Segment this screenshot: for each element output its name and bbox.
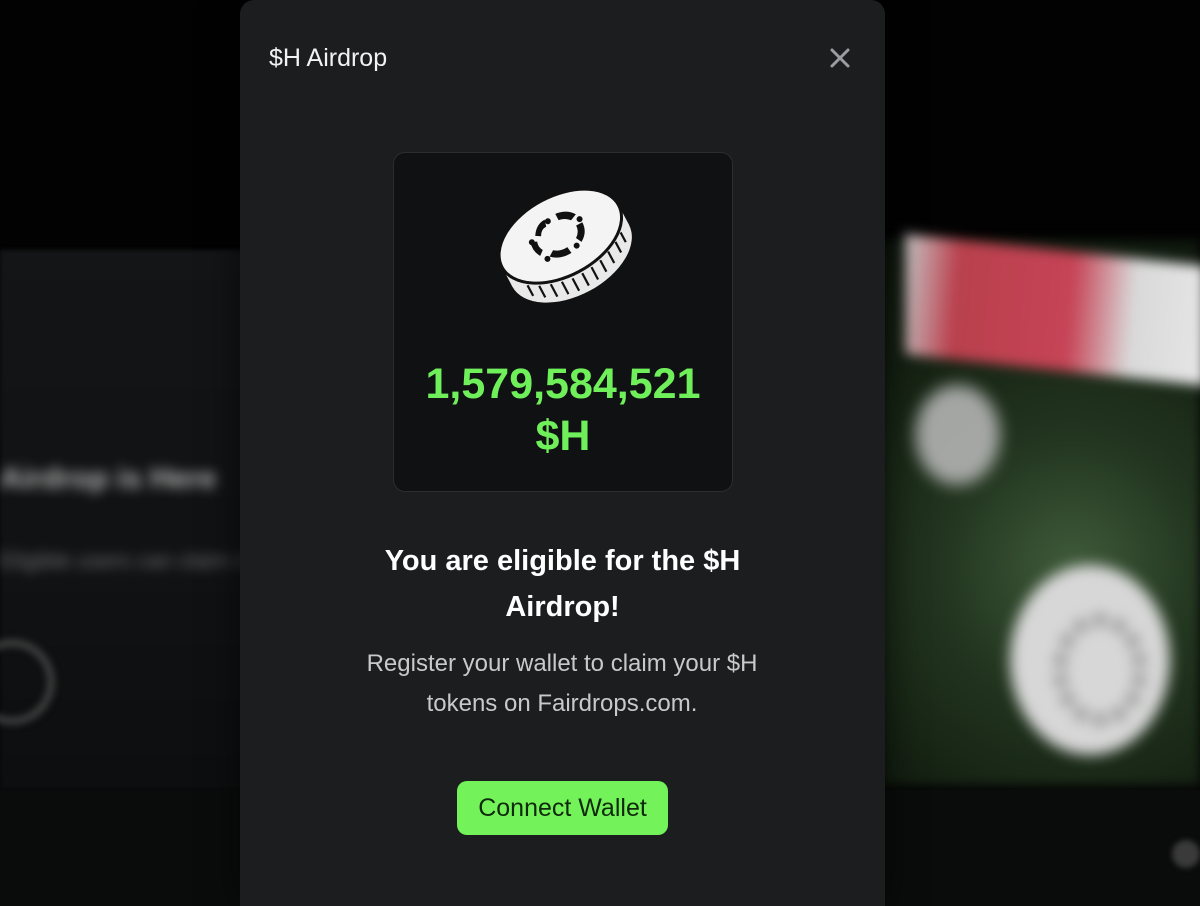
background-heading: Airdrop is Here [0, 462, 217, 495]
modal-title: $H Airdrop [269, 44, 388, 72]
token-amount: 1,579,584,521 $H [394, 358, 732, 462]
background-subtext: Eligible users can claim now [0, 548, 250, 573]
register-instructions-line2: tokens on Fairdrops.com. [426, 690, 698, 717]
eligibility-heading-line1: You are eligible for the $H [384, 545, 741, 577]
register-instructions-line1: Register your wallet to claim your $H [366, 650, 758, 677]
token-amount-value: 1,579,584,521 [425, 360, 701, 408]
background-coin-icon [915, 385, 1000, 485]
screen: Airdrop is Here Eligible users can claim… [0, 0, 1200, 906]
register-instructions: Register your wallet to claim your $H to… [322, 644, 802, 724]
eligibility-heading: You are eligible for the $H Airdrop! [350, 538, 775, 630]
airdrop-modal: $H Airdrop 1,579,584,521 $H You are elig… [240, 0, 885, 906]
background-large-coin-icon [1010, 565, 1170, 755]
background-corner-icon [1172, 840, 1200, 868]
token-amount-unit: $H [535, 412, 591, 460]
close-icon [830, 48, 850, 68]
coin-icon [491, 183, 639, 308]
eligibility-heading-line2: Airdrop! [505, 591, 620, 623]
close-button[interactable] [826, 44, 854, 72]
token-card: 1,579,584,521 $H [393, 152, 733, 492]
connect-wallet-button[interactable]: Connect Wallet [457, 781, 668, 835]
